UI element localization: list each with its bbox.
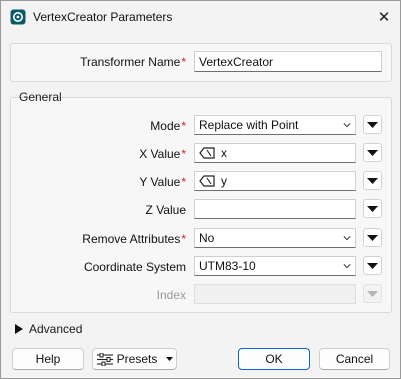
triangle-down-icon (367, 262, 378, 269)
coordinate-system-label: Coordinate System (83, 260, 186, 274)
mode-menu-button[interactable] (363, 115, 382, 134)
attribute-icon (199, 147, 215, 159)
y-value-input[interactable]: y (194, 171, 356, 191)
advanced-expander[interactable]: Advanced (15, 322, 82, 336)
index-label: Index (156, 288, 186, 302)
window-title: VertexCreator Parameters (33, 10, 173, 24)
chevron-down-icon (343, 262, 351, 270)
close-icon[interactable]: ✕ (371, 5, 397, 29)
x-value-label: X Value* (139, 147, 186, 161)
attribute-icon (199, 175, 215, 187)
x-value-menu-button[interactable] (363, 143, 382, 162)
remove-attributes-menu-button[interactable] (363, 228, 382, 247)
index-input (194, 284, 356, 304)
coordinate-system-menu-button[interactable] (363, 256, 382, 275)
ok-button[interactable]: OK (238, 348, 310, 370)
general-group-title: General (19, 90, 62, 104)
chevron-down-icon (343, 234, 351, 242)
z-value-menu-button[interactable] (363, 199, 382, 218)
coordinate-system-select[interactable]: UTM83-10 (194, 256, 356, 276)
help-button[interactable]: Help (12, 348, 84, 370)
y-value-label: Y Value* (139, 175, 186, 189)
triangle-down-icon (367, 290, 378, 297)
z-value-label: Z Value (145, 203, 186, 217)
presets-button[interactable]: Presets (92, 348, 177, 370)
cancel-button[interactable]: Cancel (319, 348, 390, 370)
advanced-label: Advanced (29, 322, 83, 336)
transformer-name-label: Transformer Name* (80, 55, 186, 69)
transformer-name-input[interactable]: VertexCreator (194, 51, 382, 72)
remove-attributes-label: Remove Attributes* (82, 232, 186, 246)
triangle-down-icon (367, 177, 378, 184)
triangle-down-icon (367, 205, 378, 212)
triangle-down-icon (166, 357, 174, 361)
remove-attributes-select[interactable]: No (194, 228, 356, 248)
mode-label: Mode* (150, 119, 186, 133)
fme-app-icon (10, 9, 26, 25)
sliders-icon (96, 352, 113, 366)
triangle-down-icon (367, 121, 378, 128)
triangle-down-icon (367, 149, 378, 156)
triangle-down-icon (367, 234, 378, 241)
triangle-right-icon (15, 324, 23, 334)
y-value-menu-button[interactable] (363, 171, 382, 190)
chevron-down-icon (343, 121, 351, 129)
title-bar: VertexCreator Parameters ✕ (1, 1, 400, 33)
dialog-window: VertexCreator Parameters ✕ Transformer N… (0, 0, 401, 379)
mode-select[interactable]: Replace with Point (194, 115, 356, 135)
index-menu-button (363, 284, 382, 303)
x-value-input[interactable]: x (194, 143, 356, 163)
z-value-input[interactable] (194, 199, 356, 219)
